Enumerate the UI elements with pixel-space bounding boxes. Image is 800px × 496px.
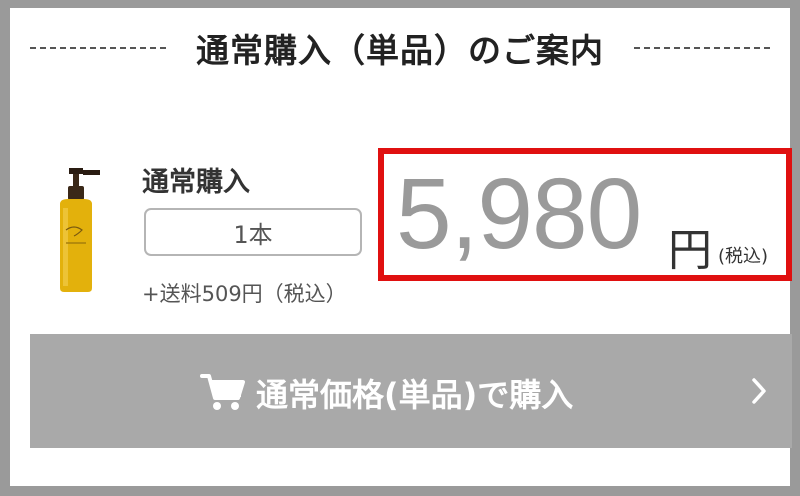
shipping-note: +送料509円（税込）	[142, 282, 347, 306]
price-value: 5,980	[396, 158, 642, 270]
chevron-right-icon	[752, 378, 766, 404]
header-divider-right	[634, 47, 770, 49]
section-header: 通常購入（単品）のご案内	[30, 22, 770, 74]
main-panel: 通常購入（単品）のご案内 通常購入 1本 +送料509円（税込） 5,980 円…	[0, 0, 800, 496]
product-bottle-image	[60, 168, 100, 292]
page-title: 通常購入（単品）のご案内	[196, 31, 604, 70]
header-divider-left	[30, 47, 166, 49]
price-highlight-box: 5,980 円 (税込)	[378, 148, 792, 281]
price-tax-note: (税込)	[718, 246, 769, 267]
cart-icon	[200, 374, 245, 410]
buy-regular-price-button[interactable]: 通常価格(単品)で購入	[30, 334, 792, 448]
price-currency: 円	[668, 225, 712, 276]
buy-button-label: 通常価格(単品)で購入	[256, 376, 574, 414]
purchase-type-label: 通常購入	[142, 167, 250, 198]
quantity-selector[interactable]: 1本	[144, 208, 362, 256]
